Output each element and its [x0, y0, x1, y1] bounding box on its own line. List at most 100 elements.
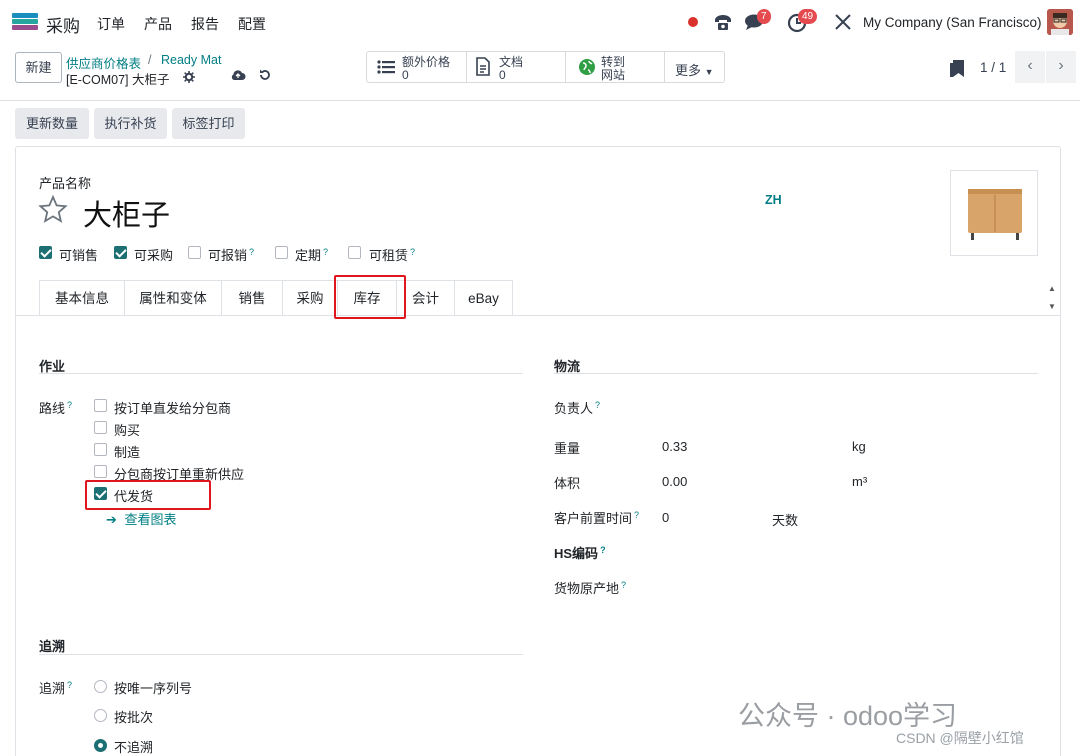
document-icon [476, 57, 490, 76]
weight-input[interactable]: 0.33 [662, 439, 687, 454]
new-button[interactable]: 新建 [15, 52, 62, 83]
help-icon[interactable]: ? [634, 510, 639, 520]
route-buy-checkbox[interactable] [94, 421, 107, 434]
weight-unit: kg [852, 439, 866, 454]
company-switcher[interactable]: My Company (San Francisco) [863, 15, 1042, 30]
tab-ebay[interactable]: eBay [454, 280, 513, 316]
bookmark-icon[interactable] [950, 60, 964, 77]
star-icon[interactable] [38, 195, 68, 225]
cloud-save-icon[interactable] [230, 68, 246, 82]
list-icon [377, 60, 395, 74]
chevron-left-icon: ‹ [1027, 57, 1033, 74]
watermark-sub: CSDN @隔壁小红馆 [896, 730, 1024, 746]
extra-price-button[interactable]: 额外价格 0 [367, 52, 467, 82]
tab-sales[interactable]: 销售 [221, 280, 283, 316]
tab-attributes[interactable]: 属性和变体 [124, 280, 222, 316]
divider [0, 100, 1080, 101]
discard-icon[interactable] [258, 68, 272, 82]
scroll-up-icon[interactable]: ▲ [1048, 284, 1056, 293]
route-label: 按订单直发给分包商 [114, 401, 232, 416]
menu-reports[interactable]: 报告 [191, 14, 219, 34]
responsible-input[interactable] [660, 396, 1030, 416]
form-sheet [15, 146, 1061, 756]
extra-price-label: 额外价格 [402, 55, 451, 69]
help-icon[interactable]: ? [621, 580, 626, 590]
goto-website-button[interactable]: 转到 网站 [566, 52, 665, 82]
phone-icon[interactable] [712, 11, 734, 33]
scroll-down-icon[interactable]: ▼ [1048, 302, 1056, 311]
help-icon[interactable]: ? [67, 400, 72, 410]
tracking-serial-radio[interactable] [94, 680, 107, 693]
menu-orders[interactable]: 订单 [97, 14, 125, 34]
help-icon[interactable]: ? [600, 545, 606, 555]
lead-time-input[interactable]: 0 [662, 510, 669, 525]
expense-label: 可报销? [208, 246, 255, 263]
breadcrumb-separator: / [148, 53, 152, 67]
documents-button[interactable]: 文档 0 [467, 52, 566, 82]
help-icon[interactable]: ? [323, 247, 328, 257]
extra-price-value: 0 [402, 68, 409, 82]
more-dropdown[interactable]: 更多 ▼ [675, 60, 714, 79]
route-label: 制造 [114, 445, 141, 460]
app-name[interactable]: 采购 [46, 12, 80, 37]
product-image[interactable] [950, 170, 1038, 256]
user-avatar[interactable] [1047, 9, 1073, 35]
route-manufacture-checkbox[interactable] [94, 443, 107, 456]
pager-value[interactable]: 1 / 1 [980, 60, 1006, 75]
view-diagram-link[interactable]: ➔ 查看图表 [106, 509, 177, 528]
lead-time-unit: 天数 [772, 513, 799, 528]
globe-icon [579, 59, 595, 75]
help-icon[interactable]: ? [410, 247, 415, 257]
menu-products[interactable]: 产品 [144, 14, 172, 34]
route-resupply-subcontractor-checkbox[interactable] [94, 465, 107, 478]
tracking-option-label: 按批次 [114, 710, 154, 725]
traceability-divider [39, 654, 523, 655]
purchase-ok-label: 可采购 [134, 248, 174, 263]
tracking-none-radio[interactable] [94, 739, 107, 752]
pager-previous[interactable]: ‹ [1015, 51, 1045, 83]
responsible-label: 负责人? [554, 399, 601, 416]
tools-icon[interactable] [832, 11, 854, 33]
chevron-right-icon: › [1058, 57, 1064, 74]
gear-icon[interactable] [183, 71, 195, 83]
update-quantity-button[interactable]: 更新数量 [15, 108, 89, 139]
rent-checkbox[interactable] [348, 246, 361, 259]
sale-ok-checkbox[interactable] [39, 246, 52, 259]
recurring-checkbox[interactable] [275, 246, 288, 259]
origin-country-input[interactable] [660, 576, 1030, 596]
apps-menu-icon[interactable] [12, 13, 38, 31]
documents-value: 0 [499, 68, 506, 82]
more-label: 更多 [675, 63, 702, 78]
recurring-label: 定期? [295, 246, 329, 263]
volume-input[interactable]: 0.00 [662, 474, 687, 489]
product-name-input[interactable]: 大柜子 [83, 192, 170, 234]
breadcrumb-ready-mat[interactable]: Ready Mat [161, 53, 221, 67]
pager-next[interactable]: › [1046, 51, 1076, 83]
help-icon[interactable]: ? [595, 400, 600, 410]
help-icon[interactable]: ? [249, 247, 254, 257]
highlight-dropship [85, 480, 211, 510]
arrow-right-icon: ➔ [106, 512, 117, 527]
tracking-lot-radio[interactable] [94, 709, 107, 722]
help-icon[interactable]: ? [67, 680, 72, 690]
tracking-option-label: 按唯一序列号 [114, 681, 193, 696]
weight-label: 重量 [554, 441, 581, 456]
messages-badge: 7 [757, 9, 771, 24]
top-navbar: 采购 订单 产品 报告 配置 7 49 My Company (San Fran… [0, 0, 1080, 44]
status-dot-icon[interactable] [688, 17, 698, 27]
replenish-button[interactable]: 执行补货 [94, 108, 167, 139]
hs-code-input[interactable] [660, 541, 1030, 561]
expense-checkbox[interactable] [188, 246, 201, 259]
print-labels-button[interactable]: 标签打印 [172, 108, 245, 139]
tab-purchase[interactable]: 采购 [282, 280, 338, 316]
menu-config[interactable]: 配置 [238, 14, 266, 34]
logistics-divider [554, 373, 1038, 374]
purchase-ok-checkbox[interactable] [114, 246, 127, 259]
tab-general[interactable]: 基本信息 [39, 280, 125, 316]
lead-time-label: 客户前置时间? [554, 509, 640, 526]
activities-badge: 49 [798, 9, 818, 24]
language-button[interactable]: ZH [765, 193, 782, 207]
traceability-title: 追溯 [39, 639, 66, 654]
sale-ok-label: 可销售 [59, 248, 99, 263]
route-dropship-subcontractor-checkbox[interactable] [94, 399, 107, 412]
